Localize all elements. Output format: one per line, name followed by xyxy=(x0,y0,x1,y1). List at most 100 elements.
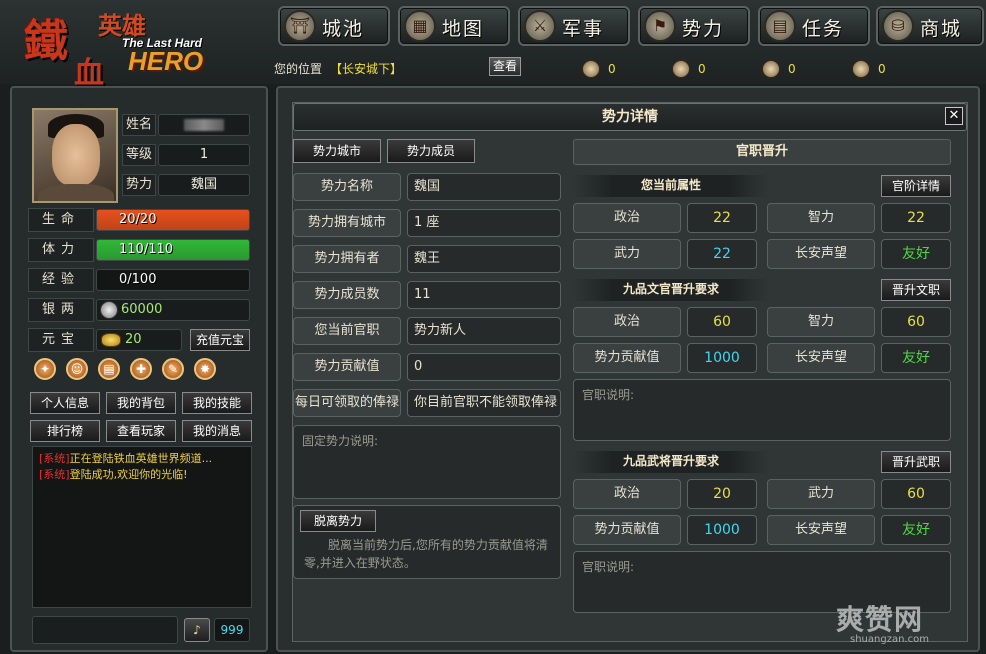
faction-description[interactable]: 固定势力说明: xyxy=(293,425,561,499)
req-label: 政治 xyxy=(573,479,681,509)
recharge-gold-button[interactable]: 充值元宝 xyxy=(190,329,250,351)
chat-input[interactable] xyxy=(32,616,178,644)
fire-icon[interactable]: ✸ xyxy=(194,358,216,380)
info-value: 魏王 xyxy=(407,245,561,273)
promote-military-button[interactable]: 晋升武职 xyxy=(881,451,951,473)
system-message-box[interactable]: [系统]正在登陆铁血英雄世界频道... [系统]登陆成功,欢迎你的光临! xyxy=(32,446,252,608)
level-label: 等级 xyxy=(122,144,156,166)
leaderboard-button[interactable]: 排行榜 xyxy=(30,420,100,442)
nav-label: 商城 xyxy=(920,18,963,40)
food-value: 0 xyxy=(608,62,616,76)
nav-faction-button[interactable]: ⚑ 势力 xyxy=(638,6,750,46)
quest-icon: ▤ xyxy=(764,10,796,42)
message-text: 登陆成功,欢迎你的光临! xyxy=(69,468,188,481)
watermark-url: shuangzan.com xyxy=(850,634,929,645)
nav-military-button[interactable]: ⚔ 军事 xyxy=(518,6,630,46)
req-value: 1000 xyxy=(687,343,757,373)
face-icon[interactable]: ☺ xyxy=(66,358,88,380)
faction-detail-dialog: 势力详情 ✕ 势力城市 势力成员 势力名称 魏国 势力拥有城市 1 座 势力拥有… xyxy=(292,102,968,642)
iron-icon xyxy=(852,60,870,78)
info-label: 势力拥有者 xyxy=(293,245,401,273)
logo-en-title: HERO xyxy=(128,46,204,76)
wood-icon xyxy=(672,60,690,78)
tab-label: 势力城市 xyxy=(312,144,361,158)
nav-quest-button[interactable]: ▤ 任务 xyxy=(758,6,870,46)
tab-faction-cities[interactable]: 势力城市 xyxy=(293,139,381,163)
close-icon[interactable]: ✕ xyxy=(945,107,963,125)
nav-label: 军事 xyxy=(562,18,605,40)
req-value: 20 xyxy=(687,479,757,509)
attr-value: 22 xyxy=(881,203,951,233)
info-label: 势力贡献值 xyxy=(293,353,401,381)
req-label: 武力 xyxy=(767,479,875,509)
info-value: 魏国 xyxy=(407,173,561,201)
name-label: 姓名 xyxy=(122,114,156,136)
promotion-title: 官职晋升 xyxy=(573,139,951,165)
req-value: 60 xyxy=(881,479,951,509)
dialog-title: 势力详情 xyxy=(293,103,967,131)
leave-faction-note: 脱离当前势力后,您所有的势力贡献值将清零,并进入在野状态。 xyxy=(304,538,548,570)
silver-coin-icon xyxy=(100,301,118,319)
rank-detail-button[interactable]: 官阶详情 xyxy=(881,175,951,197)
req-value: 友好 xyxy=(881,515,951,545)
view-location-button[interactable]: 查看 xyxy=(489,57,521,76)
hp-text: 20/20 xyxy=(119,212,157,227)
info-value: 你目前官职不能领取俸禄 xyxy=(407,389,561,417)
personal-info-button[interactable]: 个人信息 xyxy=(30,392,100,414)
faction-label: 势力 xyxy=(122,174,156,196)
watermark-cn: 爽赞网 xyxy=(836,603,924,636)
nav-city-button[interactable]: ⛩ 城池 xyxy=(278,6,390,46)
civil-desc-box: 官职说明: xyxy=(573,379,951,441)
iron-value: 0 xyxy=(878,62,886,76)
nav-shop-button[interactable]: ⛁ 商城 xyxy=(876,6,984,46)
skill-icon[interactable]: ✚ xyxy=(130,358,152,380)
gift-icon[interactable]: ✦ xyxy=(34,358,56,380)
my-skills-button[interactable]: 我的技能 xyxy=(182,392,252,414)
exp-label: 经验 xyxy=(28,268,94,292)
my-backpack-button[interactable]: 我的背包 xyxy=(106,392,176,414)
location-label: 您的位置 xyxy=(274,62,323,76)
stamina-bar: 110/110 xyxy=(96,239,250,261)
stone-value: 0 xyxy=(788,62,796,76)
stone-icon xyxy=(762,60,780,78)
info-value: 11 xyxy=(407,281,561,309)
attr-value: 22 xyxy=(687,239,757,269)
top-header: 鐵 血 英雄 The Last Hard HERO ⛩ 城池 ▦ 地图 ⚔ 军事… xyxy=(0,0,986,91)
leave-faction-button[interactable]: 脱离势力 xyxy=(300,510,376,532)
military-icon: ⚔ xyxy=(524,10,556,42)
gold-label: 元宝 xyxy=(28,328,94,352)
my-messages-button[interactable]: 我的消息 xyxy=(182,420,252,442)
nav-label: 城池 xyxy=(322,18,365,40)
horn-icon[interactable]: ♪ xyxy=(184,618,210,642)
book-icon[interactable]: ▤ xyxy=(98,358,120,380)
gold-ingot-icon xyxy=(101,333,121,347)
attr-value: 22 xyxy=(687,203,757,233)
view-players-button[interactable]: 查看玩家 xyxy=(106,420,176,442)
promote-civil-button[interactable]: 晋升文职 xyxy=(881,279,951,301)
avatar-body xyxy=(38,184,114,201)
req-label: 长安声望 xyxy=(767,343,875,373)
info-label: 势力名称 xyxy=(293,173,401,201)
message-text: 正在登陆铁血英雄世界频道... xyxy=(69,452,213,465)
info-value: 势力新人 xyxy=(407,317,561,345)
faction-icon: ⚑ xyxy=(644,10,676,42)
tab-faction-members[interactable]: 势力成员 xyxy=(387,139,475,163)
info-label: 您当前官职 xyxy=(293,317,401,345)
nav-label: 地图 xyxy=(442,18,485,40)
scroll-icon[interactable]: ✎ xyxy=(162,358,184,380)
req-value: 1000 xyxy=(687,515,757,545)
avatar[interactable] xyxy=(32,108,118,203)
req-label: 势力贡献值 xyxy=(573,515,681,545)
horn-count: 999 xyxy=(214,618,250,642)
attr-value: 友好 xyxy=(881,239,951,269)
name-blur-mask xyxy=(184,118,224,131)
nav-map-button[interactable]: ▦ 地图 xyxy=(398,6,510,46)
player-panel: 姓名 等级 1 势力 魏国 生命 20/20 体力 110/110 经验 0/1… xyxy=(10,86,268,652)
silver-label: 银两 xyxy=(28,298,94,322)
req-label: 智力 xyxy=(767,307,875,337)
stamina-label: 体力 xyxy=(28,238,94,262)
stamina-text: 110/110 xyxy=(119,242,174,257)
info-label: 势力拥有城市 xyxy=(293,209,401,237)
req-value: 60 xyxy=(881,307,951,337)
leave-faction-box: 脱离势力 脱离当前势力后,您所有的势力贡献值将清零,并进入在野状态。 xyxy=(293,505,561,579)
